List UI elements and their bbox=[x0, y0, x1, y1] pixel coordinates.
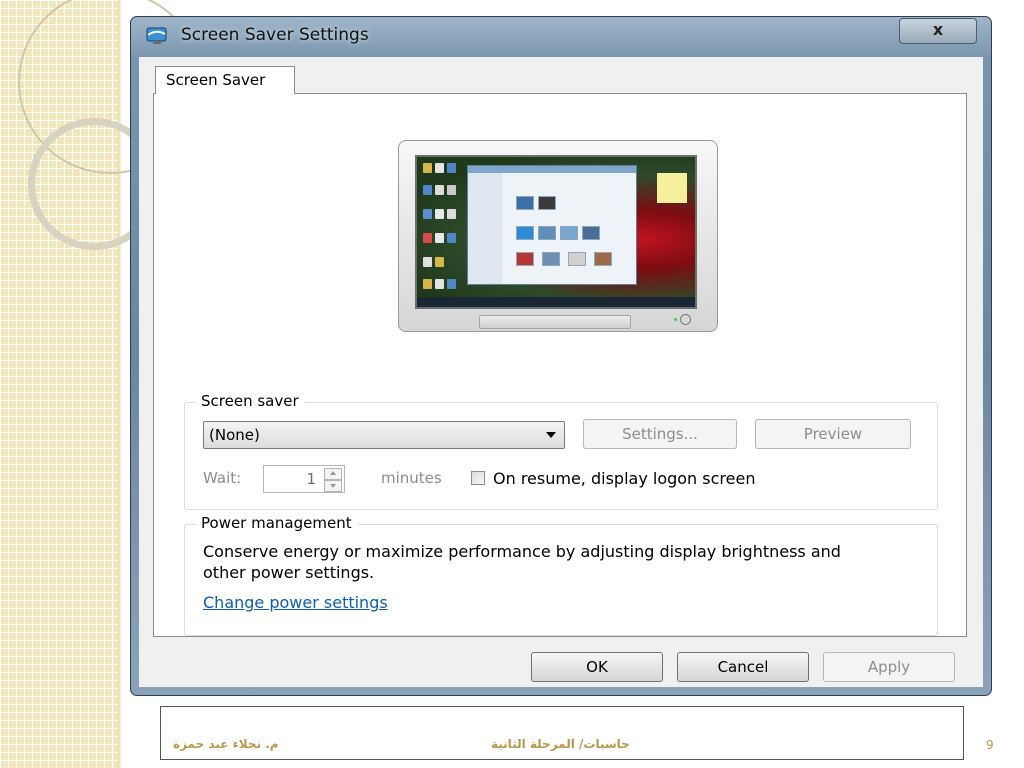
selected-screen-saver: (None) bbox=[209, 426, 260, 444]
screen-saver-dialog: Screen Saver Settings x Screen Saver Scr… bbox=[130, 16, 992, 696]
power-management-legend: Power management bbox=[195, 514, 358, 532]
minutes-label: minutes bbox=[381, 469, 442, 487]
close-button[interactable]: x bbox=[899, 18, 977, 44]
stepper-down-icon[interactable] bbox=[324, 480, 342, 492]
footer-course: حاسبات/ المرحلة الثانية bbox=[491, 737, 630, 751]
tab-screen-saver[interactable]: Screen Saver bbox=[155, 66, 295, 94]
screen-saver-group: Screen saver (None) Settings... Preview … bbox=[184, 392, 938, 510]
ok-button[interactable]: OK bbox=[531, 652, 663, 682]
chevron-down-icon bbox=[546, 432, 556, 438]
close-icon: x bbox=[932, 20, 944, 39]
preview-sticky-note bbox=[657, 173, 687, 203]
slide-footer: م. نجلاء عبد حمزة حاسبات/ المرحلة الثاني… bbox=[160, 706, 964, 760]
preview-monitor bbox=[398, 140, 718, 332]
footer-author: م. نجلاء عبد حمزة bbox=[173, 737, 279, 751]
monitor-power-icon bbox=[680, 314, 691, 325]
power-management-group: Power management Conserve energy or maxi… bbox=[184, 514, 938, 636]
power-led bbox=[674, 318, 677, 321]
preview-button[interactable]: Preview bbox=[755, 419, 911, 449]
change-power-settings-link[interactable]: Change power settings bbox=[203, 593, 388, 612]
screen-saver-select[interactable]: (None) bbox=[203, 421, 565, 449]
cancel-button[interactable]: Cancel bbox=[677, 652, 809, 682]
preview-screen bbox=[415, 155, 697, 309]
title-bar[interactable]: Screen Saver Settings x bbox=[131, 17, 991, 57]
settings-button[interactable]: Settings... bbox=[583, 419, 737, 449]
logon-screen-checkbox[interactable] bbox=[471, 471, 485, 485]
stepper-buttons bbox=[324, 468, 342, 492]
apply-button[interactable]: Apply bbox=[823, 652, 955, 682]
monitor-base bbox=[479, 315, 631, 329]
dialog-client-area: Screen Saver Screen saver (None) Setting… bbox=[139, 57, 983, 687]
tab-panel: Screen saver (None) Settings... Preview … bbox=[153, 93, 967, 637]
logon-screen-label[interactable]: On resume, display logon screen bbox=[493, 469, 755, 488]
screen-saver-app-icon bbox=[145, 26, 169, 46]
window-title: Screen Saver Settings bbox=[181, 25, 369, 45]
preview-mini-window bbox=[467, 165, 637, 285]
wait-minutes-stepper[interactable]: 1 bbox=[263, 465, 345, 493]
wait-minutes-value: 1 bbox=[306, 470, 316, 488]
preview-taskbar bbox=[417, 297, 695, 307]
screen-saver-legend: Screen saver bbox=[195, 392, 305, 410]
slide-page-number: 9 bbox=[986, 738, 994, 752]
stepper-up-icon[interactable] bbox=[324, 468, 342, 480]
wait-label: Wait: bbox=[203, 469, 242, 487]
power-description: Conserve energy or maximize performance … bbox=[203, 542, 841, 582]
